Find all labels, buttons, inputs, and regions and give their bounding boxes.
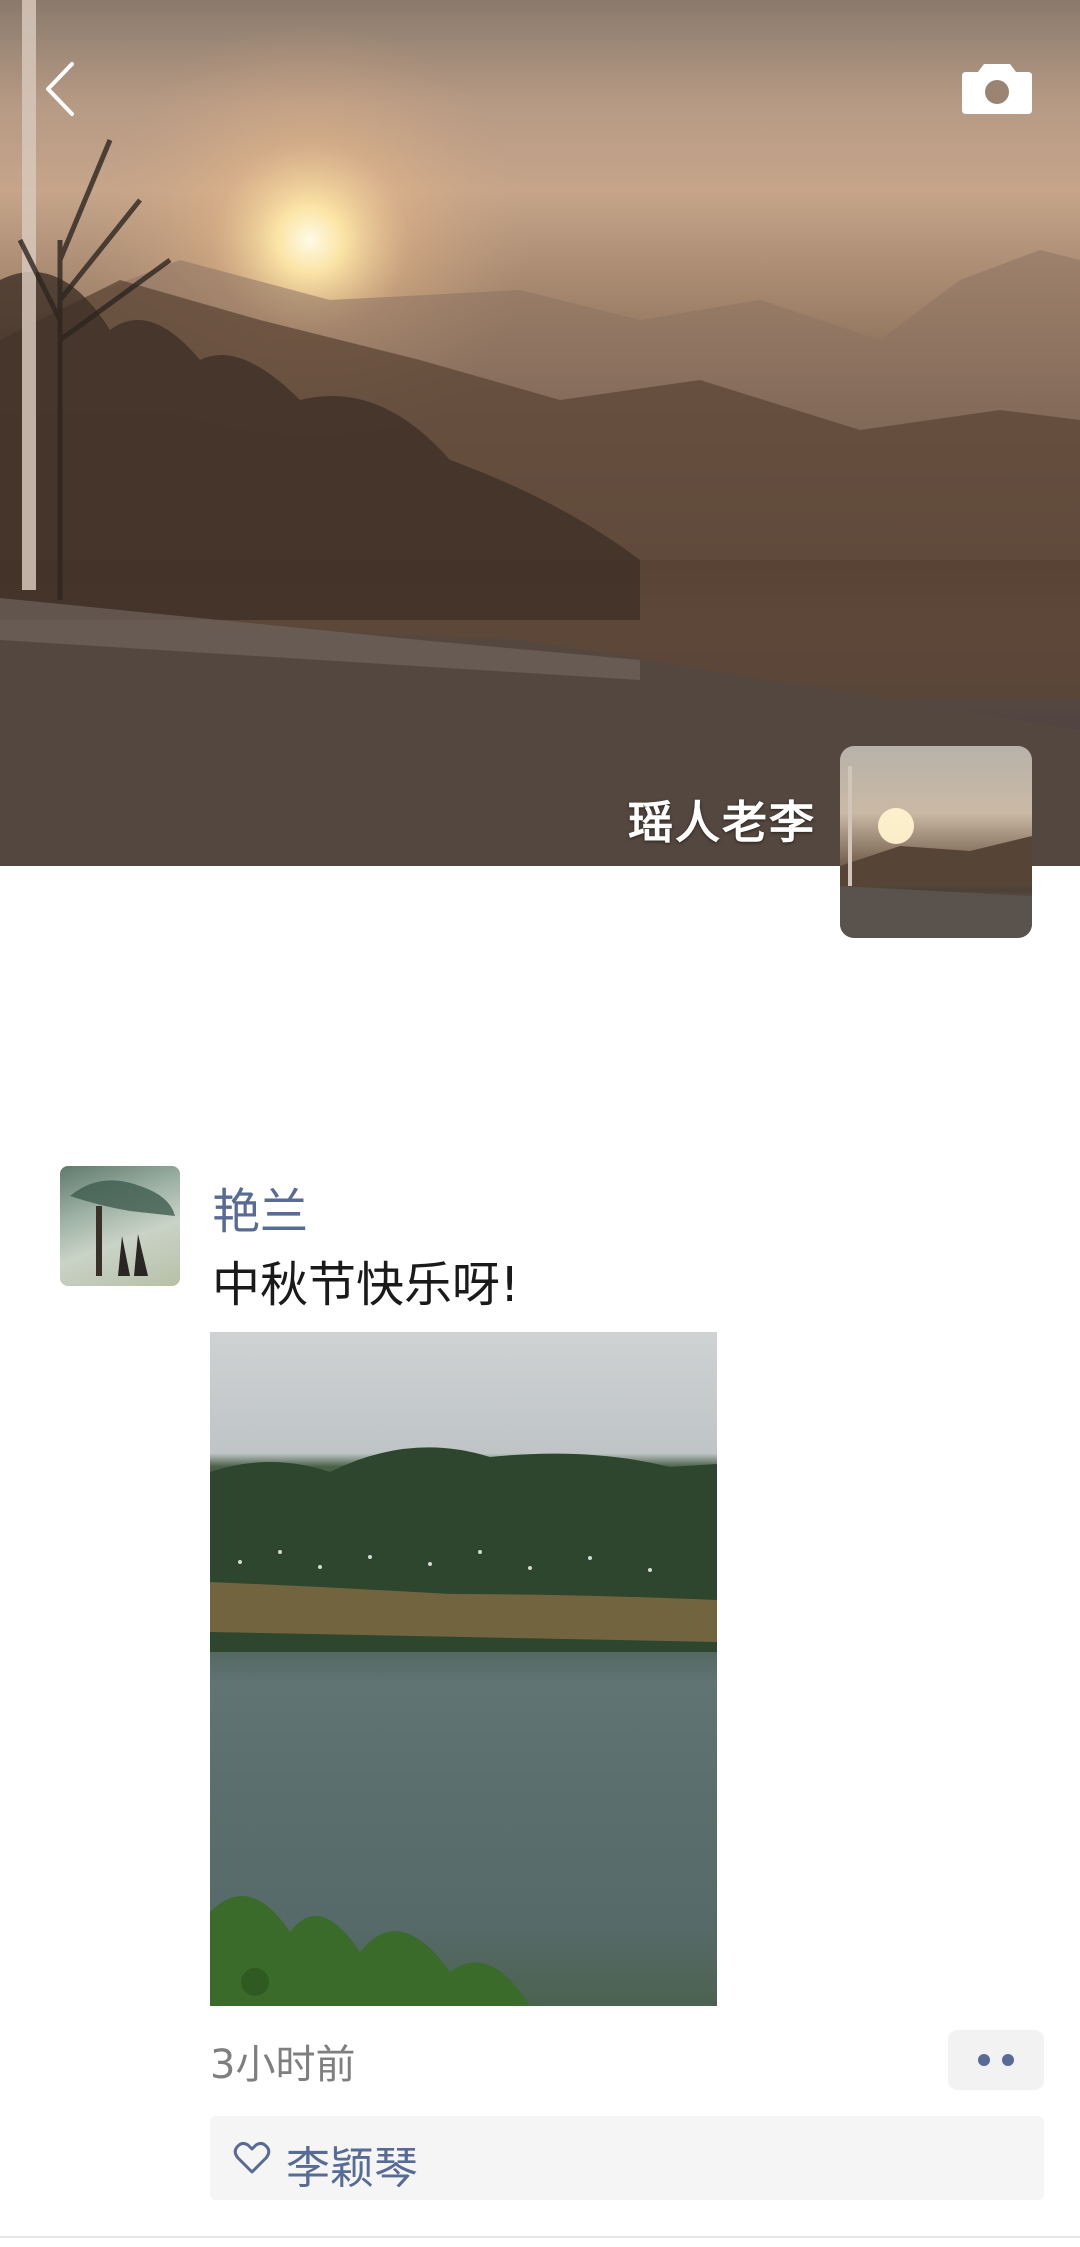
- post-photo-image: [210, 1447, 717, 2006]
- cover-photo[interactable]: 瑶人老李: [0, 0, 1080, 866]
- owner-avatar[interactable]: [840, 746, 1032, 938]
- back-chevron-icon: [46, 62, 74, 116]
- camera-icon: [962, 64, 1032, 114]
- more-dots-icon: [978, 2054, 990, 2066]
- post-author-avatar[interactable]: [60, 1166, 180, 1286]
- post-photo[interactable]: [210, 1332, 717, 2006]
- cover-owner-name[interactable]: 瑶人老李: [628, 786, 816, 851]
- back-button[interactable]: [38, 58, 84, 120]
- more-dots-icon: [1002, 2054, 1014, 2066]
- post-author-avatar-image: [70, 1180, 175, 1276]
- post-timestamp: 3小时前: [210, 2042, 356, 2088]
- camera-button[interactable]: [962, 60, 1032, 114]
- more-button[interactable]: [948, 2030, 1044, 2090]
- heart-icon: [233, 2141, 271, 2174]
- like-user-name[interactable]: 李颖琴: [286, 2132, 418, 2196]
- owner-avatar-image: [840, 766, 1032, 938]
- feed-divider: [0, 2236, 1080, 2238]
- post-text: 中秋节快乐呀!: [212, 1257, 520, 1313]
- likes-section: 李颖琴: [210, 2116, 1044, 2200]
- cover-photo-scenery: [0, 0, 1080, 866]
- post-author-name[interactable]: 艳兰: [212, 1172, 308, 1242]
